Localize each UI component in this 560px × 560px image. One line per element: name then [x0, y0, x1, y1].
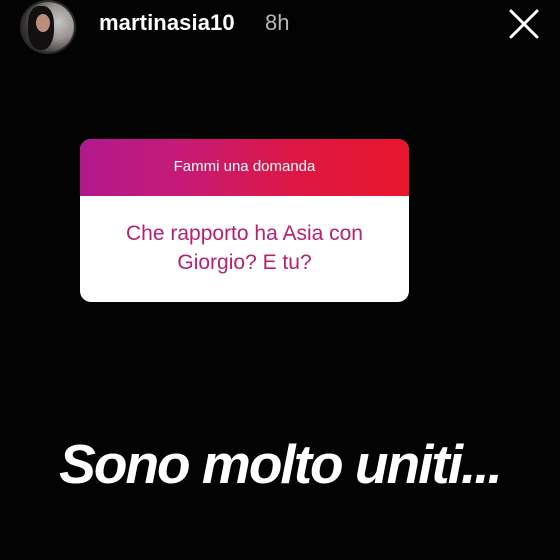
story-viewer[interactable]: martinasia10 8h Fammi una domanda Che ra… — [0, 0, 560, 560]
story-timestamp: 8h — [265, 10, 290, 35]
story-header: martinasia10 8h — [0, 0, 560, 56]
close-button[interactable] — [505, 5, 543, 43]
close-icon — [509, 9, 539, 39]
avatar[interactable] — [20, 0, 76, 54]
question-sticker[interactable]: Fammi una domanda Che rapporto ha Asia c… — [80, 139, 409, 302]
answer-text: Sono molto uniti... — [59, 433, 503, 495]
question-sticker-title: Fammi una domanda — [173, 158, 316, 175]
avatar-face — [36, 14, 50, 32]
username[interactable]: martinasia10 — [99, 10, 235, 36]
question-text: Che rapporto ha Asia con Giorgio? E tu? — [126, 222, 363, 274]
question-sticker-header: Fammi una domanda — [80, 139, 409, 196]
